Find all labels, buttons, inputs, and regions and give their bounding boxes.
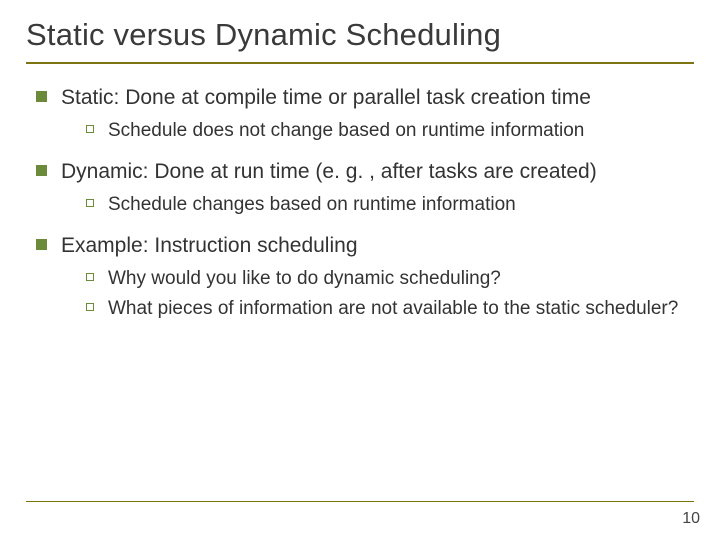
slide-body: Static: Done at compile time or parallel… [26, 84, 694, 322]
bullet-level2: Schedule does not change based on runtim… [86, 118, 694, 144]
title-underline [26, 62, 694, 64]
sub-bullet-group: Why would you like to do dynamic schedul… [36, 266, 694, 321]
bullet-level2: What pieces of information are not avail… [86, 296, 694, 322]
page-number: 10 [682, 510, 700, 528]
bullet-level1: Static: Done at compile time or parallel… [36, 84, 694, 112]
bullet-level1: Dynamic: Done at run time (e. g. , after… [36, 158, 694, 186]
bullet-level2: Schedule changes based on runtime inform… [86, 192, 694, 218]
square-bullet-icon [36, 91, 47, 102]
sub-bullet-text: What pieces of information are not avail… [108, 296, 678, 322]
sub-bullet-text: Why would you like to do dynamic schedul… [108, 266, 501, 292]
bullet-level1: Example: Instruction scheduling [36, 232, 694, 260]
sub-bullet-group: Schedule changes based on runtime inform… [36, 192, 694, 218]
bullet-text: Static: Done at compile time or parallel… [61, 84, 591, 112]
bullet-level2: Why would you like to do dynamic schedul… [86, 266, 694, 292]
sub-bullet-text: Schedule changes based on runtime inform… [108, 192, 516, 218]
square-bullet-icon [36, 239, 47, 250]
footer-underline [26, 501, 694, 502]
bullet-text: Dynamic: Done at run time (e. g. , after… [61, 158, 597, 186]
sub-bullet-group: Schedule does not change based on runtim… [36, 118, 694, 144]
square-bullet-icon [36, 165, 47, 176]
hollow-square-bullet-icon [86, 303, 94, 311]
slide-title: Static versus Dynamic Scheduling [26, 18, 694, 58]
hollow-square-bullet-icon [86, 125, 94, 133]
hollow-square-bullet-icon [86, 199, 94, 207]
sub-bullet-text: Schedule does not change based on runtim… [108, 118, 584, 144]
hollow-square-bullet-icon [86, 273, 94, 281]
bullet-text: Example: Instruction scheduling [61, 232, 358, 260]
